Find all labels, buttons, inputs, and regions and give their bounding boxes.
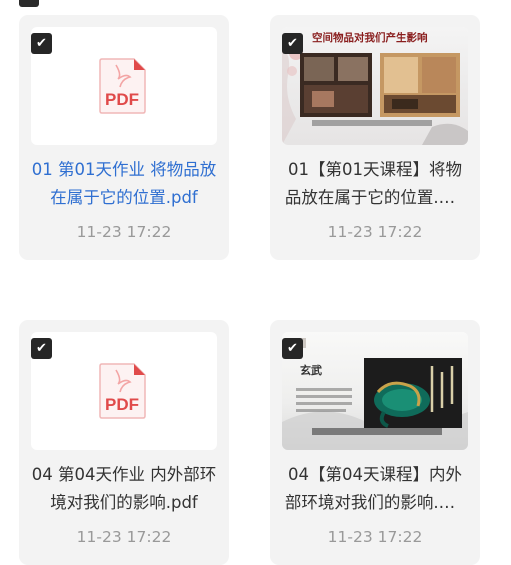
pdf-file-icon: PDF (99, 363, 146, 419)
video-still-image (282, 338, 468, 450)
video-thumbnail[interactable]: 空间物品对我们产生影响 (282, 27, 468, 145)
file-card[interactable]: 玄武 ✔ 04【第04天课程】内外部环境对我们的影响.mp4 11-23 17:… (270, 320, 480, 565)
video-heading-overlay: 玄武 (300, 364, 322, 377)
select-checkbox-checked[interactable]: ✔ (31, 338, 52, 359)
file-card[interactable]: PDF ✔ 04 第04天作业 内外部环境对我们的影响.pdf 11-23 17… (19, 320, 229, 565)
select-checkbox-checked[interactable]: ✔ (19, 0, 39, 7)
file-name-link[interactable]: 01【第01天课程】将物品放在属于它的位置.mp4 (282, 156, 468, 212)
file-date: 11-23 17:22 (327, 223, 423, 241)
video-thumbnail[interactable]: 玄武 (282, 332, 468, 450)
file-card[interactable]: 空间物品对我们产生影响 ✔ 01【第01天课程】将物品放在属于它的位置.mp4 … (270, 15, 480, 260)
pdf-file-icon: PDF (99, 58, 146, 114)
file-date: 11-23 17:22 (76, 223, 172, 241)
file-name-link[interactable]: 04 第04天作业 内外部环境对我们的影响.pdf (31, 461, 217, 517)
svg-text:PDF: PDF (105, 90, 139, 109)
file-thumbnail[interactable]: PDF (31, 27, 217, 145)
file-card[interactable]: PDF ✔ 01 第01天作业 将物品放在属于它的位置.pdf 11-23 17… (19, 15, 229, 260)
svg-text:PDF: PDF (105, 395, 139, 414)
file-name-link[interactable]: 01 第01天作业 将物品放在属于它的位置.pdf (31, 156, 217, 212)
file-date: 11-23 17:22 (76, 528, 172, 546)
select-checkbox-checked[interactable]: ✔ (282, 338, 303, 359)
select-checkbox-checked[interactable]: ✔ (31, 33, 52, 54)
file-thumbnail[interactable]: PDF (31, 332, 217, 450)
select-checkbox-checked[interactable]: ✔ (282, 33, 303, 54)
file-name-link[interactable]: 04【第04天课程】内外部环境对我们的影响.mp4 (282, 461, 468, 517)
video-title-overlay: 空间物品对我们产生影响 (312, 32, 428, 44)
file-date: 11-23 17:22 (327, 528, 423, 546)
